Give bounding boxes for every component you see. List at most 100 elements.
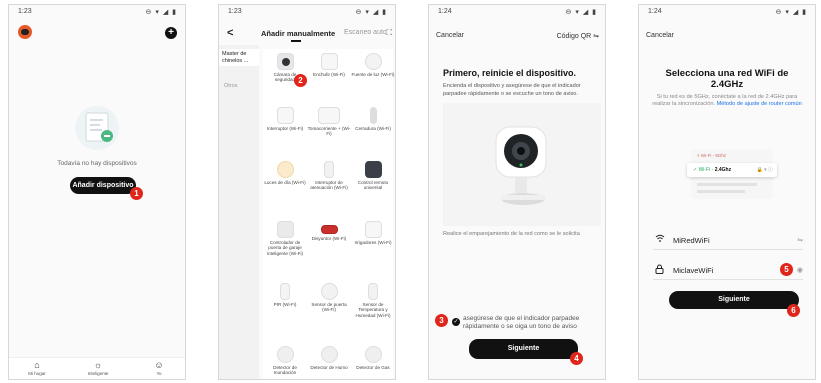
- remote-icon: [364, 161, 382, 178]
- device-pir[interactable]: PIR (Wi-Fi): [263, 283, 307, 307]
- wifi-name: MiRedWiFi: [673, 236, 710, 245]
- device-socket[interactable]: Tomacorriente + (Wi-Fi): [307, 107, 351, 137]
- status-icons: ⊖ ▾ ◢ ▮: [355, 9, 387, 16]
- dimmer-icon: [324, 161, 334, 178]
- device-breaker[interactable]: Disyuntor (Wi-Fi): [307, 221, 351, 241]
- pir-icon: [280, 283, 290, 300]
- instructions-text: Encienda el dispositivo y asegúrese de q…: [443, 83, 581, 97]
- lock-icon: [369, 107, 377, 124]
- header: < Añadir manualmente Escaneo auto ⛶: [219, 27, 395, 42]
- device-label: Detector de Humo: [310, 365, 348, 370]
- nav-smart-label: Inteligente: [87, 371, 109, 376]
- pairing-note: Realice el emparejamiento de la red como…: [443, 231, 580, 237]
- device-label: Sensor de Temperatura y Humedad (Wi-Fi): [355, 302, 391, 318]
- avatar[interactable]: [18, 25, 32, 39]
- device-remote[interactable]: Control remoto universal: [351, 161, 395, 191]
- next-button[interactable]: Siguiente: [669, 291, 799, 309]
- device-label: Luces de día (Wi-Fi): [264, 180, 306, 185]
- screen-add-manually: 1:23 ⊖ ▾ ◢ ▮ < Añadir manualmente Escane…: [218, 4, 396, 380]
- step-badge-1: 1: [130, 187, 143, 200]
- status-bar: 1:23 ⊖ ▾ ◢ ▮: [9, 5, 185, 19]
- status-icons: ⊖ ▾ ◢ ▮: [145, 9, 177, 16]
- breaker-icon: [320, 225, 338, 234]
- show-password-eye-icon[interactable]: ◉: [797, 266, 803, 274]
- device-door-sensor[interactable]: Sensor de puerta (Wi-Fi): [307, 283, 351, 313]
- device-gas[interactable]: Detector de Gas: [351, 346, 395, 370]
- device-garage[interactable]: Controlador de puerta de garaje intelige…: [263, 221, 307, 256]
- status-bar: 1:24 ⊖ ▾ ◢ ▮: [639, 5, 815, 19]
- step-badge-2: 2: [294, 74, 307, 87]
- garage-icon: [276, 221, 294, 238]
- device-label: Cerradura (Wi-Fi): [355, 126, 391, 131]
- page-title: Selecciona una red WiFi de 2.4GHz: [665, 68, 789, 90]
- device-label: Fuente de luz (Wi-Fi): [351, 72, 395, 77]
- status-time: 1:23: [228, 8, 242, 15]
- router-sel-band: 2.4Ghz: [714, 167, 732, 173]
- device-lock[interactable]: Cerradura (Wi-Fi): [351, 107, 395, 131]
- back-icon[interactable]: <: [227, 27, 233, 39]
- nav-smart[interactable]: ☼ Inteligente: [78, 360, 118, 376]
- confirm-checkbox[interactable]: ✓: [452, 318, 460, 326]
- device-label: Detector de Gas: [356, 365, 390, 370]
- add-plus-button[interactable]: +: [165, 27, 177, 39]
- step-badge-5: 5: [780, 263, 793, 276]
- device-switch[interactable]: Interruptor (Wi-Fi): [263, 107, 307, 131]
- qr-code-button[interactable]: Código QR ⇋: [557, 32, 599, 40]
- lock-icon: [655, 264, 664, 276]
- empty-state-text: Todavía no hay dispositivos: [57, 160, 137, 167]
- page-title: Primero, reinicie el dispositivo.: [443, 68, 577, 78]
- router-24g-item: ✓ Wi-Fi - 2.4Ghz 🔒 ▾ ⓘ: [687, 163, 777, 177]
- tab-auto-scan[interactable]: Escaneo auto: [344, 29, 387, 36]
- router-5g-item: × Wi-Fi - 5Ghz: [697, 153, 727, 158]
- next-button[interactable]: Siguiente: [469, 339, 578, 359]
- status-time: 1:23: [18, 8, 32, 15]
- device-thermometer[interactable]: Sensor de Temperatura y Humedad (Wi-Fi): [351, 283, 395, 318]
- device-label: PIR (Wi-Fi): [273, 302, 297, 307]
- device-label: Irrigadores (Wi-Fi): [354, 240, 392, 245]
- wifi-network-row[interactable]: MiRedWiFi ⇋: [653, 232, 803, 250]
- home-icon: ⌂: [34, 360, 40, 370]
- wifi-hint: Si tu red es de 5GHz, conéctate a la red…: [651, 94, 803, 108]
- status-icons: ⊖ ▾ ◢ ▮: [565, 9, 597, 16]
- tutorial-strip: 1:23 ⊖ ▾ ◢ ▮ + Todavía no hay dispositiv…: [0, 0, 821, 383]
- nav-me[interactable]: ☺ Yo: [139, 360, 179, 376]
- device-label: Interruptor de atenuación (Wi-Fi): [310, 180, 348, 191]
- cancel-button[interactable]: Cancelar: [646, 32, 674, 39]
- sidebar-item-others[interactable]: Otros: [224, 83, 237, 89]
- screen-select-wifi: 1:24 ⊖ ▾ ◢ ▮ Cancelar Selecciona una red…: [638, 4, 816, 380]
- add-device-button[interactable]: Añadir dispositivo: [70, 177, 136, 194]
- router-illustration: × Wi-Fi - 5Ghz ✓ Wi-Fi - 2.4Ghz 🔒 ▾ ⓘ: [687, 149, 777, 199]
- device-bulb[interactable]: Fuente de luz (Wi-Fi): [351, 53, 395, 77]
- device-label: Enchufe (Wi-Fi): [313, 72, 345, 77]
- device-label: Tomacorriente + (Wi-Fi): [307, 126, 351, 137]
- flood-icon: [276, 346, 294, 363]
- nav-home[interactable]: ⌂ Mi hogar: [17, 360, 57, 376]
- wifi-icon: [655, 234, 665, 245]
- router-help-link[interactable]: Método de ajuste de router común: [717, 101, 802, 107]
- device-dimmer[interactable]: Interruptor de atenuación (Wi-Fi): [307, 161, 351, 191]
- tab-indicator: [291, 40, 301, 42]
- status-bar: 1:23 ⊖ ▾ ◢ ▮: [219, 5, 395, 19]
- step-badge-3: 3: [435, 314, 448, 327]
- device-smoke[interactable]: Detector de Humo: [307, 346, 351, 370]
- switch-network-icon[interactable]: ⇋: [797, 236, 803, 244]
- gas-icon: [364, 346, 382, 363]
- smoke-icon: [320, 346, 338, 363]
- screen-reset-device: 1:24 ⊖ ▾ ◢ ▮ Cancelar Código QR ⇋ Primer…: [428, 4, 606, 380]
- camera-icon: [276, 53, 294, 70]
- status-time: 1:24: [648, 8, 662, 15]
- scan-icon[interactable]: ⛶: [386, 28, 392, 38]
- router-sel-prefix: ✓ Wi-Fi -: [693, 167, 715, 173]
- device-label: Interruptor (Wi-Fi): [266, 126, 304, 131]
- tab-add-manually[interactable]: Añadir manualmente: [261, 29, 335, 38]
- device-daylight[interactable]: Luces de día (Wi-Fi): [263, 161, 307, 185]
- device-flood[interactable]: Detector de Inundación: [263, 346, 307, 376]
- sidebar-item-master[interactable]: Master de chinelos ...: [219, 49, 259, 66]
- router-line: [697, 190, 745, 193]
- camera-illustration: [443, 103, 601, 226]
- cancel-button[interactable]: Cancelar: [436, 32, 464, 39]
- device-label: Detector de Inundación: [273, 365, 297, 376]
- device-sprinkler[interactable]: Irrigadores (Wi-Fi): [351, 221, 395, 245]
- password-input[interactable]: MiclaveWiFi: [673, 266, 713, 275]
- device-plug[interactable]: Enchufe (Wi-Fi): [307, 53, 351, 77]
